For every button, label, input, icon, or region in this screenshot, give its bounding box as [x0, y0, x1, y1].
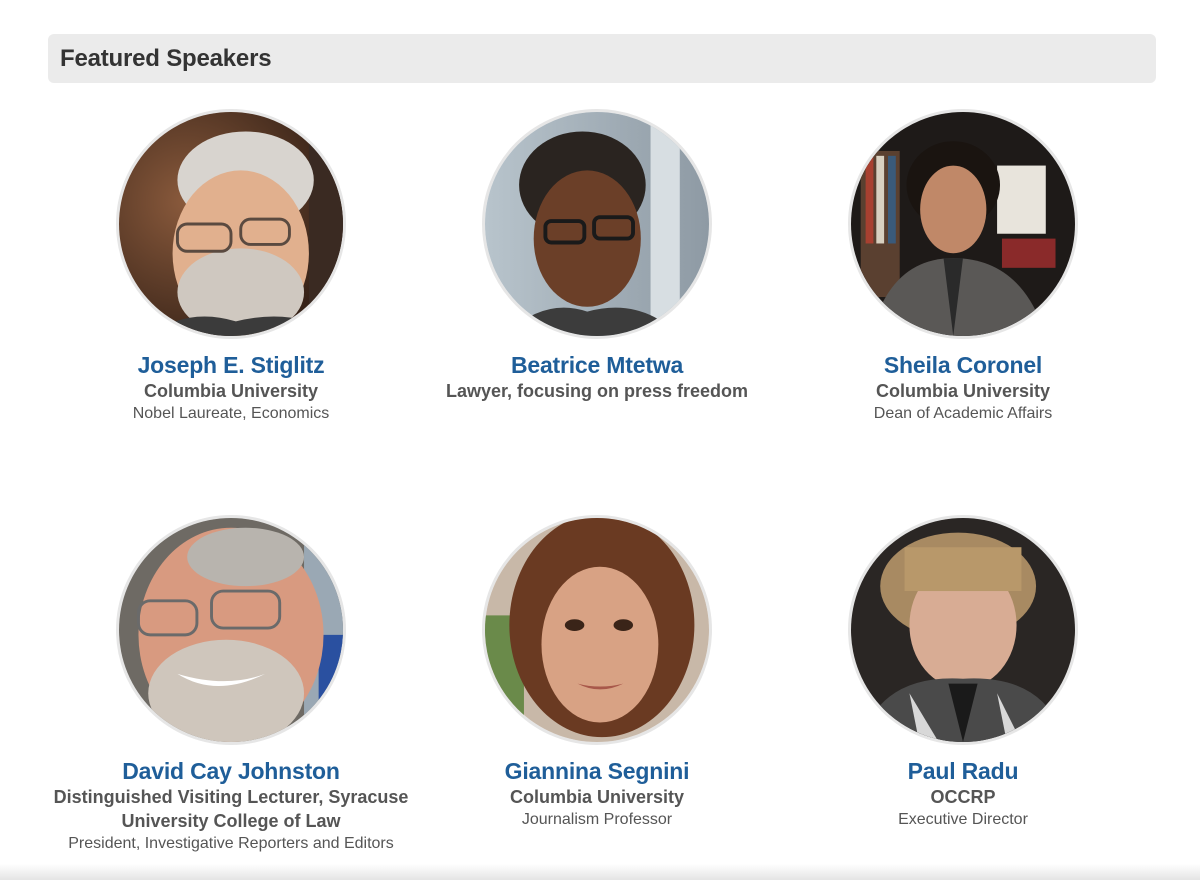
speaker-photo[interactable]	[848, 515, 1078, 745]
speaker-card-sheila-coronel[interactable]: Sheila Coronel Columbia University Dean …	[780, 109, 1146, 425]
speaker-photo[interactable]	[848, 109, 1078, 339]
speaker-role: Dean of Academic Affairs	[873, 405, 1053, 422]
section-title: Featured Speakers	[60, 44, 272, 72]
speaker-card-joseph-stiglitz[interactable]: Joseph E. Stiglitz Columbia University N…	[48, 109, 414, 425]
page-bottom-shadow	[0, 864, 1200, 880]
speaker-role: Executive Director	[898, 811, 1028, 828]
speaker-photo[interactable]	[482, 515, 712, 745]
portrait-image	[851, 112, 1075, 336]
speaker-photo[interactable]	[482, 109, 712, 339]
portrait-image	[119, 518, 343, 742]
speaker-name-link[interactable]: Beatrice Mtetwa	[414, 351, 780, 379]
speaker-organization: Columbia University	[875, 381, 1051, 401]
section-header: Featured Speakers	[48, 34, 1156, 83]
speaker-organization: Lawyer, focusing on press freedom	[445, 381, 749, 401]
speaker-organization: Distinguished Visiting Lecturer, Syracus…	[53, 787, 409, 831]
speaker-name-link[interactable]: Sheila Coronel	[780, 351, 1146, 379]
speaker-name-link[interactable]: Paul Radu	[780, 757, 1146, 785]
speaker-role: President, Investigative Reporters and E…	[68, 835, 394, 852]
speaker-name-link[interactable]: Joseph E. Stiglitz	[48, 351, 414, 379]
featured-speakers-page: Featured Speakers Joseph E. Stiglitz Col…	[0, 0, 1200, 880]
speaker-card-beatrice-mtetwa[interactable]: Beatrice Mtetwa Lawyer, focusing on pres…	[414, 109, 780, 403]
speaker-name-link[interactable]: David Cay Johnston	[48, 757, 414, 785]
speaker-organization: Columbia University	[143, 381, 319, 401]
portrait-image	[485, 112, 709, 336]
speaker-photo[interactable]	[116, 109, 346, 339]
speaker-role: Journalism Professor	[521, 811, 673, 828]
portrait-image	[851, 518, 1075, 742]
portrait-image	[119, 112, 343, 336]
speaker-card-david-cay-johnston[interactable]: David Cay Johnston Distinguished Visitin…	[48, 515, 414, 855]
speaker-card-paul-radu[interactable]: Paul Radu OCCRP Executive Director	[780, 515, 1146, 831]
portrait-image	[485, 518, 709, 742]
speaker-card-giannina-segnini[interactable]: Giannina Segnini Columbia University Jou…	[414, 515, 780, 831]
speaker-role: Nobel Laureate, Economics	[132, 405, 330, 422]
speaker-organization: Columbia University	[509, 787, 685, 807]
speaker-name-link[interactable]: Giannina Segnini	[414, 757, 780, 785]
speaker-organization: OCCRP	[930, 787, 996, 807]
speaker-photo[interactable]	[116, 515, 346, 745]
